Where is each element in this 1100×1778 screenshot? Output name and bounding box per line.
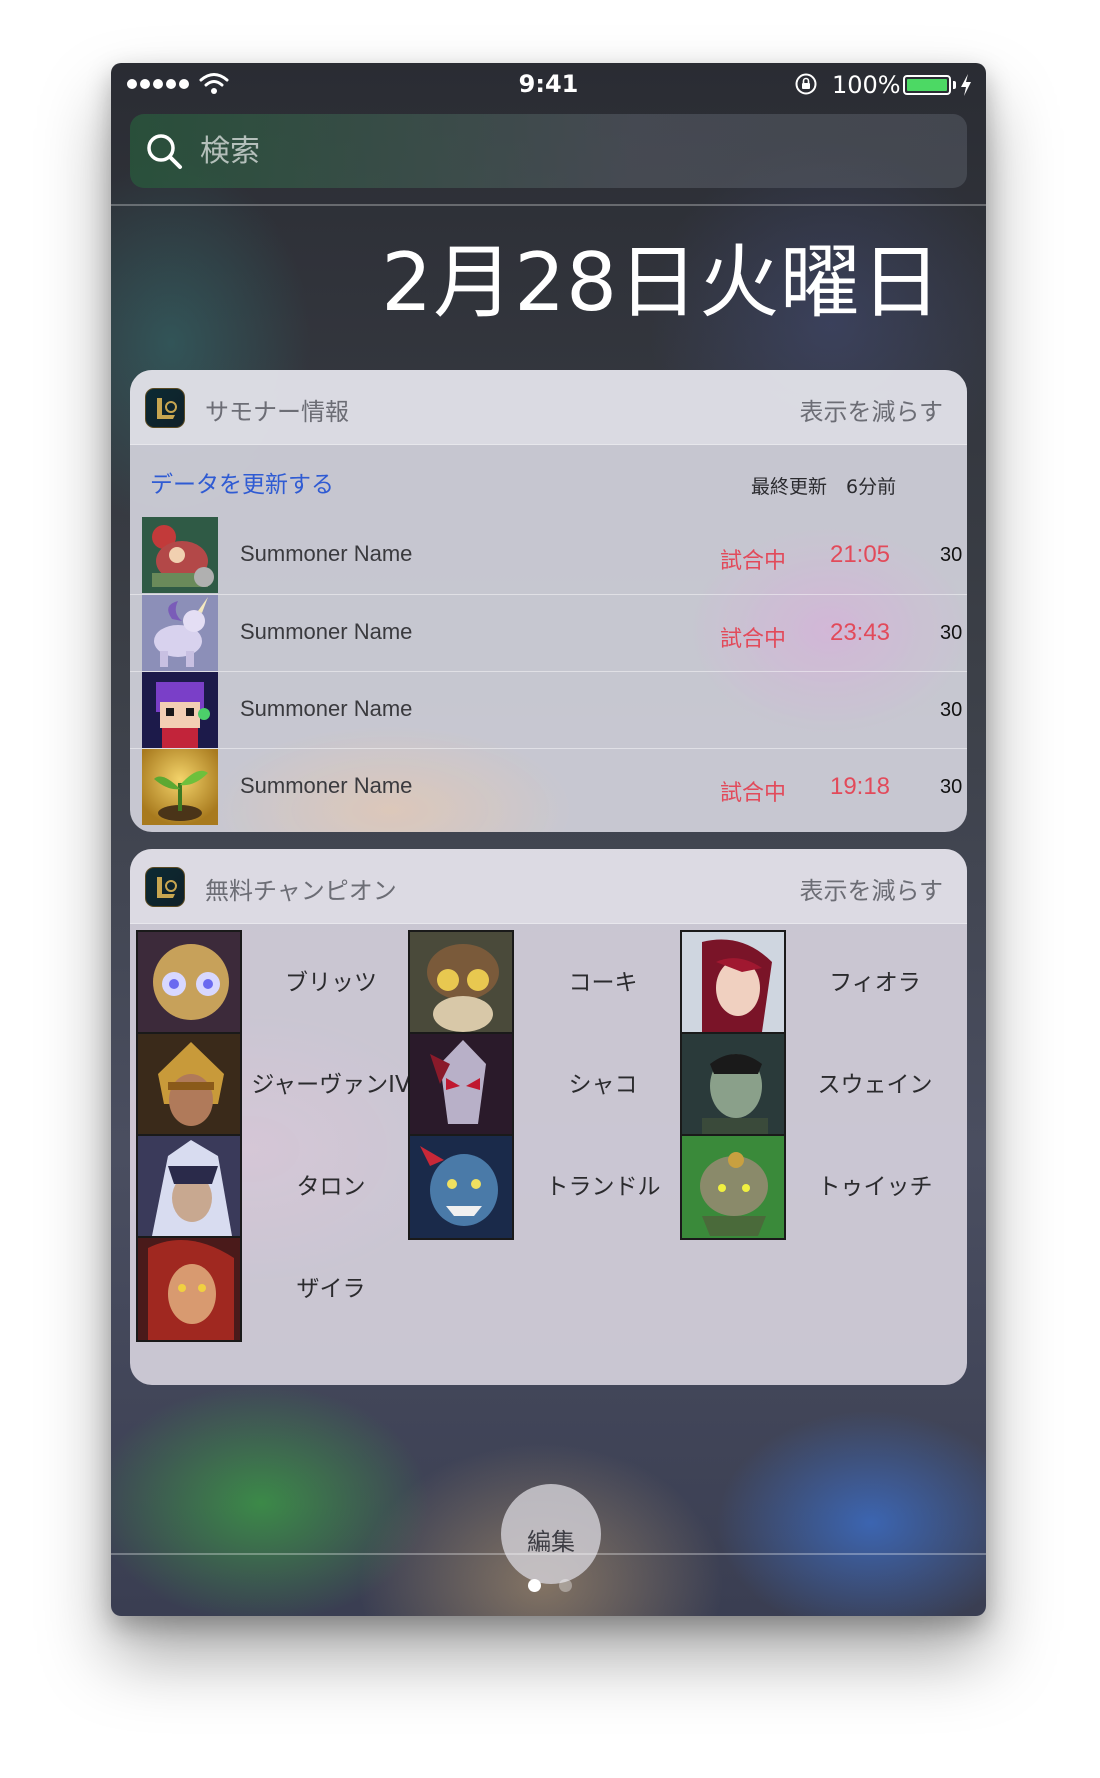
phone-screen: 9:41 100% 2月28日火曜日 サモ [111,63,986,1616]
champion-name: ザイラ [296,1276,366,1302]
last-updated-label: 最終更新 6分前 [751,476,897,498]
summoner-level: 30 [940,699,963,721]
search-input[interactable] [200,130,900,172]
summoner-row[interactable]: Summoner Name 試合中 19:18 30 [130,748,967,825]
champion-item[interactable]: ザイラ [136,1236,416,1342]
champion-item[interactable]: シャコ [408,1032,688,1138]
champion-item[interactable]: ブリッツ [136,930,416,1036]
widget-header: サモナー情報 表示を減らす [130,370,967,445]
summoner-avatar [142,672,218,748]
widget-title: サモナー情報 [205,398,349,426]
widget-header: 無料チャンピオン 表示を減らす [130,849,967,924]
champion-item[interactable]: コーキ [408,930,688,1036]
champion-portrait [680,1134,786,1240]
champion-portrait [680,930,786,1036]
show-less-button[interactable]: 表示を減らす [799,871,943,906]
summoner-name: Summoner Name [240,619,413,644]
divider [111,204,986,206]
summoner-level: 30 [940,622,963,644]
refresh-row: データを更新する 最終更新 6分前 [130,445,967,517]
page-dot[interactable] [559,1579,572,1592]
edit-button[interactable]: 編集 [501,1484,601,1584]
game-time: 19:18 [829,773,891,800]
summoner-level: 30 [940,544,963,566]
summoner-name: Summoner Name [240,696,413,721]
in-game-status: 試合中 [720,627,787,652]
champion-portrait [408,1134,514,1240]
summoner-avatar [142,749,218,825]
free-champions-widget: 無料チャンピオン 表示を減らす ブリッツ コーキ フィオラ ジャーヴァンIV シ… [130,849,967,1385]
summoner-avatar [142,517,218,593]
lol-app-icon [145,867,185,907]
champion-name: トゥイッチ [817,1174,933,1200]
charging-bolt-icon [961,74,971,96]
game-time: 21:05 [829,541,891,568]
summoner-widget: サモナー情報 表示を減らす データを更新する 最終更新 6分前 Summoner… [130,370,967,832]
summoner-name: Summoner Name [240,773,413,798]
champion-name: ジャーヴァンIV [251,1072,411,1098]
summoner-row[interactable]: Summoner Name 30 [130,671,967,748]
status-bar: 9:41 100% [111,63,986,105]
summoner-level: 30 [940,776,963,798]
battery-icon [903,75,951,95]
champion-item[interactable]: ジャーヴァンIV [136,1032,416,1138]
summoner-row[interactable]: Summoner Name 試合中 21:05 30 [130,517,967,594]
battery-percentage: 100% [832,71,901,99]
champion-portrait [136,1032,242,1138]
champion-name: フィオラ [829,970,921,996]
champion-item[interactable]: タロン [136,1134,416,1240]
search-icon [147,134,182,169]
champion-portrait [136,1134,242,1240]
page-indicator[interactable] [528,1579,572,1592]
summoner-row[interactable]: Summoner Name 試合中 23:43 30 [130,594,967,671]
summoner-name: Summoner Name [240,541,413,566]
summoner-avatar [142,595,218,671]
champion-portrait [136,1236,242,1342]
search-bar[interactable] [130,114,967,188]
refresh-data-link[interactable]: データを更新する [150,465,334,499]
champion-portrait [680,1032,786,1138]
champion-name: スウェイン [817,1072,933,1098]
champion-item[interactable]: トランドル [408,1134,688,1240]
rotation-lock-icon [795,73,817,95]
game-time: 23:43 [829,619,891,646]
champion-portrait [408,1032,514,1138]
in-game-status: 試合中 [720,781,787,806]
page-dot-active[interactable] [528,1579,541,1592]
divider [111,1553,986,1555]
champion-item[interactable]: トゥイッチ [680,1134,960,1240]
champion-name: トランドル [545,1174,661,1200]
battery-tip [953,81,956,89]
in-game-status: 試合中 [720,549,787,574]
date-heading: 2月28日火曜日 [381,236,942,329]
champion-name: コーキ [568,970,638,996]
show-less-button[interactable]: 表示を減らす [799,392,943,427]
champion-name: ブリッツ [285,970,377,996]
lol-app-icon [145,388,185,428]
champion-portrait [136,930,242,1036]
widget-title: 無料チャンピオン [205,877,397,905]
champion-portrait [408,930,514,1036]
champion-item[interactable]: スウェイン [680,1032,960,1138]
champion-item[interactable]: フィオラ [680,930,960,1036]
champion-name: シャコ [568,1072,638,1098]
champion-name: タロン [296,1174,366,1200]
